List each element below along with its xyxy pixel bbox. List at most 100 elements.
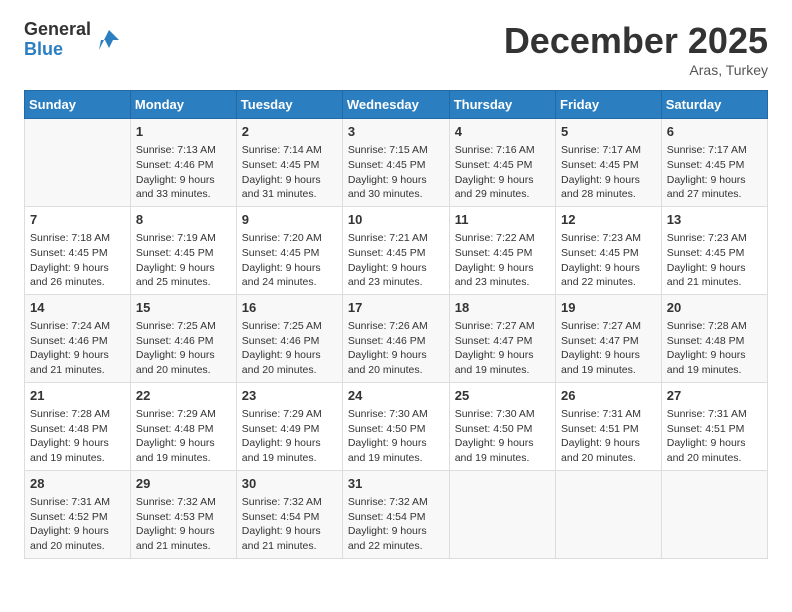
logo-icon <box>95 26 123 54</box>
day-info: Daylight: 9 hours and 22 minutes. <box>561 261 656 290</box>
day-info: Sunset: 4:50 PM <box>348 422 444 437</box>
calendar-cell <box>25 119 131 207</box>
calendar-cell: 22Sunrise: 7:29 AMSunset: 4:48 PMDayligh… <box>130 382 236 470</box>
day-info: Sunset: 4:47 PM <box>455 334 550 349</box>
calendar-cell: 26Sunrise: 7:31 AMSunset: 4:51 PMDayligh… <box>556 382 662 470</box>
calendar-cell: 25Sunrise: 7:30 AMSunset: 4:50 PMDayligh… <box>449 382 555 470</box>
calendar-cell <box>449 470 555 558</box>
weekday-header-saturday: Saturday <box>661 91 767 119</box>
day-info: Daylight: 9 hours and 30 minutes. <box>348 173 444 202</box>
day-number: 22 <box>136 387 231 405</box>
day-info: Sunrise: 7:14 AM <box>242 143 337 158</box>
day-info: Daylight: 9 hours and 19 minutes. <box>667 348 762 377</box>
day-number: 26 <box>561 387 656 405</box>
calendar-cell: 9Sunrise: 7:20 AMSunset: 4:45 PMDaylight… <box>236 206 342 294</box>
calendar-cell <box>556 470 662 558</box>
day-info: Daylight: 9 hours and 28 minutes. <box>561 173 656 202</box>
weekday-header-sunday: Sunday <box>25 91 131 119</box>
day-info: Sunrise: 7:19 AM <box>136 231 231 246</box>
day-info: Sunrise: 7:22 AM <box>455 231 550 246</box>
day-number: 21 <box>30 387 125 405</box>
day-info: Daylight: 9 hours and 31 minutes. <box>242 173 337 202</box>
day-info: Sunset: 4:45 PM <box>242 158 337 173</box>
calendar-cell: 17Sunrise: 7:26 AMSunset: 4:46 PMDayligh… <box>342 294 449 382</box>
day-number: 14 <box>30 299 125 317</box>
day-info: Sunrise: 7:20 AM <box>242 231 337 246</box>
day-info: Sunrise: 7:23 AM <box>667 231 762 246</box>
day-info: Daylight: 9 hours and 20 minutes. <box>30 524 125 553</box>
day-info: Sunrise: 7:32 AM <box>136 495 231 510</box>
day-number: 30 <box>242 475 337 493</box>
day-number: 16 <box>242 299 337 317</box>
day-number: 2 <box>242 123 337 141</box>
day-number: 19 <box>561 299 656 317</box>
day-info: Sunrise: 7:30 AM <box>348 407 444 422</box>
week-row-1: 1Sunrise: 7:13 AMSunset: 4:46 PMDaylight… <box>25 119 768 207</box>
calendar-cell: 24Sunrise: 7:30 AMSunset: 4:50 PMDayligh… <box>342 382 449 470</box>
calendar-cell: 3Sunrise: 7:15 AMSunset: 4:45 PMDaylight… <box>342 119 449 207</box>
calendar-cell: 16Sunrise: 7:25 AMSunset: 4:46 PMDayligh… <box>236 294 342 382</box>
day-info: Daylight: 9 hours and 20 minutes. <box>136 348 231 377</box>
calendar-table: SundayMondayTuesdayWednesdayThursdayFrid… <box>24 90 768 559</box>
calendar-cell: 1Sunrise: 7:13 AMSunset: 4:46 PMDaylight… <box>130 119 236 207</box>
day-info: Daylight: 9 hours and 21 minutes. <box>242 524 337 553</box>
day-info: Sunrise: 7:29 AM <box>242 407 337 422</box>
day-info: Sunset: 4:45 PM <box>667 158 762 173</box>
day-info: Sunrise: 7:23 AM <box>561 231 656 246</box>
day-number: 20 <box>667 299 762 317</box>
day-info: Daylight: 9 hours and 19 minutes. <box>561 348 656 377</box>
day-number: 10 <box>348 211 444 229</box>
month-title: December 2025 <box>504 20 768 62</box>
day-info: Sunset: 4:52 PM <box>30 510 125 525</box>
day-info: Daylight: 9 hours and 23 minutes. <box>455 261 550 290</box>
weekday-header-friday: Friday <box>556 91 662 119</box>
logo-general-text: General <box>24 20 91 40</box>
calendar-cell: 18Sunrise: 7:27 AMSunset: 4:47 PMDayligh… <box>449 294 555 382</box>
day-info: Sunset: 4:46 PM <box>242 334 337 349</box>
day-number: 7 <box>30 211 125 229</box>
day-info: Daylight: 9 hours and 19 minutes. <box>348 436 444 465</box>
calendar-cell: 30Sunrise: 7:32 AMSunset: 4:54 PMDayligh… <box>236 470 342 558</box>
calendar-cell: 7Sunrise: 7:18 AMSunset: 4:45 PMDaylight… <box>25 206 131 294</box>
day-number: 9 <box>242 211 337 229</box>
calendar-cell: 2 Sunrise: 7:14 AMSunset: 4:45 PMDaylight… <box>236 119 342 207</box>
day-info: Daylight: 9 hours and 19 minutes. <box>136 436 231 465</box>
day-info: Sunset: 4:45 PM <box>455 246 550 261</box>
weekday-header-tuesday: Tuesday <box>236 91 342 119</box>
week-row-5: 28Sunrise: 7:31 AMSunset: 4:52 PMDayligh… <box>25 470 768 558</box>
calendar-cell: 4Sunrise: 7:16 AMSunset: 4:45 PMDaylight… <box>449 119 555 207</box>
day-info: Sunset: 4:46 PM <box>348 334 444 349</box>
day-info: Daylight: 9 hours and 19 minutes. <box>455 348 550 377</box>
calendar-cell: 27Sunrise: 7:31 AMSunset: 4:51 PMDayligh… <box>661 382 767 470</box>
day-number: 3 <box>348 123 444 141</box>
day-number: 12 <box>561 211 656 229</box>
day-info: Sunrise: 7:25 AM <box>136 319 231 334</box>
day-number: 6 <box>667 123 762 141</box>
day-info: Sunset: 4:46 PM <box>30 334 125 349</box>
day-info: Sunset: 4:48 PM <box>667 334 762 349</box>
day-info: Daylight: 9 hours and 24 minutes. <box>242 261 337 290</box>
day-number: 17 <box>348 299 444 317</box>
day-info: Sunrise: 7:28 AM <box>667 319 762 334</box>
day-info: Daylight: 9 hours and 29 minutes. <box>455 173 550 202</box>
day-info: Daylight: 9 hours and 20 minutes. <box>348 348 444 377</box>
day-info: Sunrise: 7:31 AM <box>561 407 656 422</box>
day-info: Sunrise: 7:17 AM <box>667 143 762 158</box>
day-info: Sunrise: 7:28 AM <box>30 407 125 422</box>
day-info: Sunset: 4:48 PM <box>30 422 125 437</box>
day-info: Sunrise: 7:17 AM <box>561 143 656 158</box>
calendar-cell: 23Sunrise: 7:29 AMSunset: 4:49 PMDayligh… <box>236 382 342 470</box>
day-info: Sunrise: 7:27 AM <box>561 319 656 334</box>
day-info: Sunset: 4:51 PM <box>667 422 762 437</box>
day-info: Daylight: 9 hours and 19 minutes. <box>242 436 337 465</box>
calendar-cell: 15Sunrise: 7:25 AMSunset: 4:46 PMDayligh… <box>130 294 236 382</box>
day-info: Daylight: 9 hours and 27 minutes. <box>667 173 762 202</box>
calendar-cell: 5Sunrise: 7:17 AMSunset: 4:45 PMDaylight… <box>556 119 662 207</box>
day-info: Sunset: 4:54 PM <box>242 510 337 525</box>
day-info: Daylight: 9 hours and 21 minutes. <box>667 261 762 290</box>
calendar-cell: 19 Sunrise: 7:27 AMSunset: 4:47 PMDayligh… <box>556 294 662 382</box>
calendar-cell <box>661 470 767 558</box>
day-info: Daylight: 9 hours and 25 minutes. <box>136 261 231 290</box>
day-info: Daylight: 9 hours and 22 minutes. <box>348 524 444 553</box>
day-info: Sunset: 4:47 PM <box>561 334 656 349</box>
